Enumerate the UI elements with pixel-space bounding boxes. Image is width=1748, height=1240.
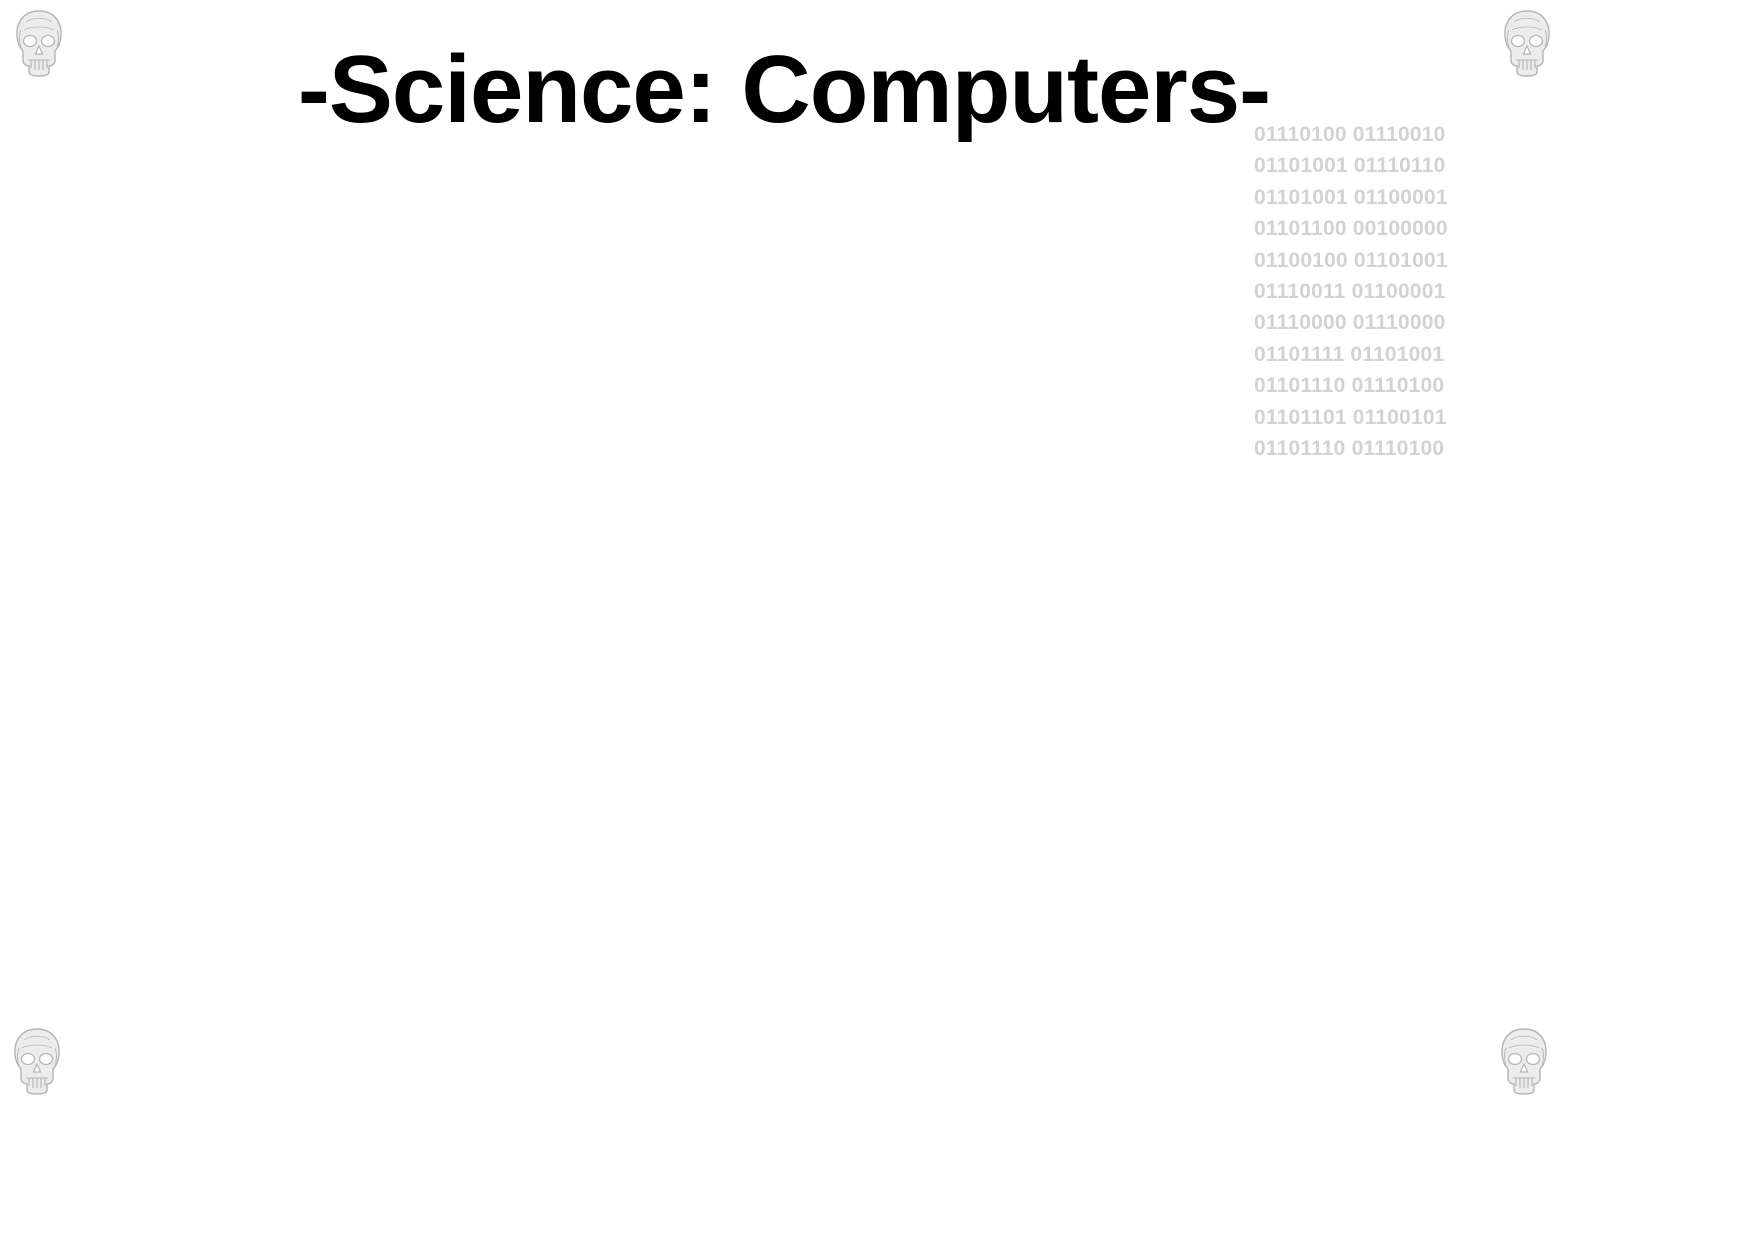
binary-line: 01110011 01100001 (1254, 280, 1446, 304)
binary-line: 01101101 01100101 (1254, 405, 1447, 429)
binary-line: 01100100 01101001 (1254, 248, 1448, 272)
binary-line: 01101110 01110100 (1254, 374, 1445, 398)
binary-line: 01101100 00100000 (1254, 217, 1448, 241)
skull-icon (10, 1026, 64, 1096)
binary-text-block: 01110100 01110010 01101001 01110110 0110… (1254, 119, 1494, 464)
binary-line: 01101001 01110110 (1254, 154, 1446, 178)
binary-line: 01110000 01110000 (1254, 311, 1446, 335)
binary-line: 01101001 01100001 (1254, 185, 1448, 209)
binary-line: 01101111 01101001 (1254, 342, 1445, 366)
binary-line: 01110100 01110010 (1254, 123, 1446, 146)
binary-line: 01101110 01110100 (1254, 437, 1445, 461)
skull-icon (1497, 1026, 1551, 1096)
